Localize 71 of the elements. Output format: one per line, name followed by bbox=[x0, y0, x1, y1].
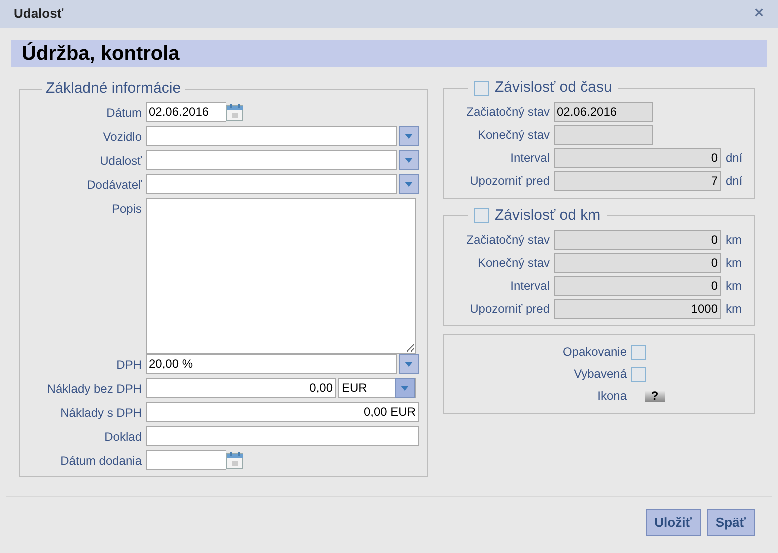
input-field[interactable]: 02.06.2016 bbox=[146, 102, 226, 122]
dropdown-button[interactable] bbox=[399, 126, 419, 146]
action-button[interactable]: Uložiť bbox=[646, 509, 701, 536]
field-label: Dátum dodania bbox=[60, 453, 142, 470]
field-label: Vozidlo bbox=[102, 129, 142, 146]
option-label: Vybavená bbox=[573, 366, 627, 383]
checkbox[interactable] bbox=[631, 366, 646, 382]
field-label: Náklady s DPH bbox=[60, 405, 142, 422]
calendar-icon[interactable] bbox=[226, 450, 244, 470]
option-label: Ikona bbox=[596, 388, 627, 405]
icon-picker[interactable]: ? bbox=[645, 390, 665, 402]
field-label: Doklad bbox=[104, 429, 142, 446]
field-label: Udalosť bbox=[99, 153, 142, 170]
field-label: Konečný stav bbox=[476, 127, 550, 144]
unit-label: dní bbox=[726, 173, 743, 190]
text-area[interactable] bbox=[146, 198, 416, 354]
checkbox[interactable] bbox=[474, 208, 489, 224]
input-field[interactable]: 20,00 % bbox=[146, 354, 397, 374]
input-field[interactable]: 0 bbox=[554, 276, 721, 296]
currency-select[interactable]: EUR bbox=[338, 378, 416, 398]
field-label: Konečný stav bbox=[476, 254, 550, 272]
dropdown-button[interactable] bbox=[399, 150, 419, 170]
input-field[interactable] bbox=[146, 126, 397, 146]
input-field[interactable] bbox=[146, 426, 419, 446]
window-title: Udalosť bbox=[14, 5, 64, 24]
unit-label: km bbox=[726, 254, 742, 272]
caret-icon bbox=[405, 134, 413, 138]
caret-icon bbox=[401, 386, 409, 390]
field-label: Začiatočný stav bbox=[466, 104, 550, 121]
dropdown-button[interactable] bbox=[399, 354, 419, 374]
dropdown-button[interactable] bbox=[395, 378, 415, 398]
input-field[interactable] bbox=[146, 450, 226, 470]
field-label: Začiatočný stav bbox=[466, 232, 550, 248]
section-title: Základné informácie bbox=[46, 80, 182, 97]
unit-label: km bbox=[726, 232, 742, 248]
field-label: Upozorniť pred bbox=[469, 173, 550, 190]
unit-label: km bbox=[726, 278, 742, 294]
input-field[interactable]: 0 bbox=[554, 230, 721, 250]
field-label: DPH bbox=[116, 357, 142, 374]
input-field[interactable]: 0,00 bbox=[146, 378, 336, 398]
unit-label: km bbox=[726, 300, 742, 318]
field-label: Interval bbox=[510, 278, 550, 294]
field-label: Náklady bez DPH bbox=[46, 381, 142, 398]
input-field[interactable]: 0 bbox=[554, 148, 721, 168]
field-label: Popis bbox=[110, 201, 142, 218]
option-label: Opakovanie bbox=[562, 344, 627, 361]
unit-label: dní bbox=[726, 150, 743, 167]
section-title: Závislosť od km bbox=[495, 206, 601, 226]
field-label: Dodávateľ bbox=[86, 177, 142, 194]
calendar-icon[interactable] bbox=[226, 102, 244, 122]
field-label: Dátum bbox=[106, 105, 142, 122]
input-field[interactable]: 0 bbox=[554, 252, 721, 272]
caret-icon bbox=[405, 182, 413, 186]
checkbox[interactable] bbox=[631, 344, 646, 360]
dropdown-button[interactable] bbox=[399, 174, 419, 194]
input-field[interactable] bbox=[554, 125, 653, 145]
currency-value: EUR bbox=[342, 380, 368, 397]
input-field[interactable]: 02.06.2016 bbox=[554, 102, 653, 122]
input-field[interactable] bbox=[146, 150, 397, 170]
input-field[interactable] bbox=[146, 174, 397, 194]
input-field[interactable]: 1000 bbox=[554, 298, 721, 318]
field-label: Interval bbox=[510, 150, 550, 167]
input-field[interactable]: 0,00 EUR bbox=[146, 402, 419, 422]
input-field[interactable]: 7 bbox=[554, 171, 721, 191]
caret-icon bbox=[405, 158, 413, 162]
section-title: Závislosť od času bbox=[495, 78, 612, 98]
page-heading: Údržba, kontrola bbox=[22, 41, 180, 66]
checkbox[interactable] bbox=[474, 80, 489, 96]
action-button[interactable]: Späť bbox=[706, 509, 755, 536]
field-label: Upozorniť pred bbox=[469, 300, 550, 318]
caret-icon bbox=[405, 362, 413, 366]
